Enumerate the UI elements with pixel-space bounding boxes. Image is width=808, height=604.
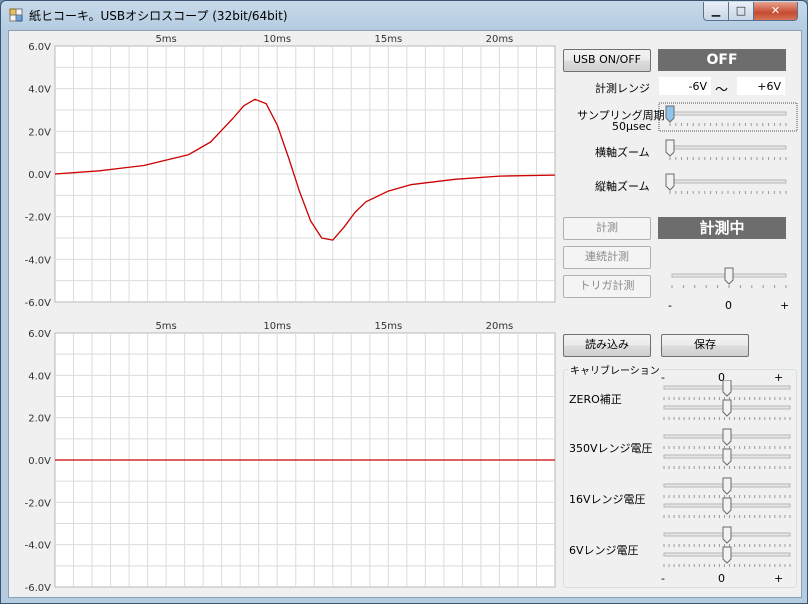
vzoom-label: 縦軸ズーム — [595, 180, 650, 193]
x-tick-label: 5ms — [155, 34, 176, 45]
y-tick-label: 4.0V — [28, 371, 51, 382]
calibration-title: キャリブレーション — [568, 362, 662, 377]
slider-thumb — [665, 105, 675, 123]
slider-thumb — [722, 526, 732, 544]
slider-thumb — [665, 173, 675, 191]
trigger-minus-label: - — [668, 299, 672, 312]
calibration-sliders[interactable] — [654, 380, 794, 575]
minimize-button[interactable]: ▁ — [703, 2, 729, 21]
slider-thumb — [722, 497, 732, 515]
y-tick-label: -6.0V — [25, 583, 52, 594]
load-button[interactable]: 読み込み — [563, 334, 651, 357]
x-tick-label: 10ms — [263, 321, 291, 332]
slider-thumb — [722, 399, 732, 417]
y-tick-label: -2.0V — [25, 213, 52, 224]
slider-thumb — [722, 477, 732, 495]
waveform-plot-top[interactable]: 6.0V 4.0V 2.0V 0.0V -2.0V -4.0V -6.0V 5ms 10ms 15… — [9, 31, 561, 321]
cal-6v-label: 6Vレンジ電圧 — [569, 544, 639, 557]
measure-status-display: 計測中 — [658, 217, 786, 239]
minimize-icon: ▁ — [711, 4, 721, 17]
x-tick-label: 15ms — [374, 321, 402, 332]
window-title: 紙ヒコーキ。USBオシロスコープ (32bit/64bit) — [29, 9, 288, 23]
x-tick-label: 15ms — [374, 34, 402, 45]
focus-rectangle — [658, 102, 798, 132]
title-bar[interactable]: 紙ヒコーキ。USBオシロスコープ (32bit/64bit) ▁ □ ✕ — [1, 1, 807, 29]
close-icon: ✕ — [770, 4, 781, 17]
y-tick-label: 0.0V — [28, 170, 51, 181]
usb-status-display: OFF — [658, 49, 786, 71]
range-min-field[interactable]: -6V — [658, 76, 712, 96]
slider-track — [669, 145, 787, 150]
y-tick-label: 6.0V — [28, 329, 51, 340]
slider-thumb — [722, 428, 732, 446]
vzoom-slider[interactable] — [658, 170, 798, 200]
trigger-measure-button[interactable]: トリガ計測 — [563, 275, 651, 298]
maximize-button[interactable]: □ — [728, 2, 754, 21]
cal-zero-label: ZERO補正 — [569, 393, 622, 406]
trigger-slider[interactable] — [658, 264, 798, 294]
app-icon — [9, 8, 23, 22]
slider-track — [669, 111, 787, 116]
save-button[interactable]: 保存 — [661, 334, 749, 357]
range-label: 計測レンジ — [595, 82, 650, 95]
waveform-plot-bottom[interactable]: 6.0V 4.0V 2.0V 0.0V -2.0V -4.0V -6.0V 5ms 10ms 15… — [9, 321, 561, 596]
range-separator: ～ — [715, 83, 729, 98]
slider-track — [669, 179, 787, 184]
y-tick-label: -4.0V — [25, 541, 52, 552]
cal-minus-bottom: - — [661, 572, 665, 585]
range-max-field[interactable]: +6V — [736, 76, 786, 96]
client-area: 6.0V 4.0V 2.0V 0.0V -2.0V -4.0V -6.0V 5ms 10ms 15… — [8, 30, 802, 598]
x-tick-label: 20ms — [486, 321, 514, 332]
x-tick-label: 10ms — [263, 34, 291, 45]
y-tick-label: 0.0V — [28, 456, 51, 467]
y-tick-label: 2.0V — [28, 414, 51, 425]
y-tick-label: 4.0V — [28, 85, 51, 96]
slider-thumb — [722, 448, 732, 466]
hzoom-label: 横軸ズーム — [595, 146, 650, 159]
x-tick-label: 5ms — [155, 321, 176, 332]
slider-thumb — [724, 267, 734, 285]
app-window: 紙ヒコーキ。USBオシロスコープ (32bit/64bit) ▁ □ ✕ 6.0… — [0, 0, 808, 604]
measure-button[interactable]: 計測 — [563, 217, 651, 240]
x-tick-label: 20ms — [486, 34, 514, 45]
usb-onoff-button[interactable]: USB ON/OFF — [563, 49, 651, 72]
slider-thumb — [722, 380, 732, 397]
cal-350v-label: 350Vレンジ電圧 — [569, 442, 653, 455]
y-tick-label: 6.0V — [28, 42, 51, 53]
slider-thumb — [722, 546, 732, 564]
sampling-slider[interactable] — [658, 102, 798, 132]
trigger-plus-label: + — [780, 299, 790, 312]
y-tick-label: 2.0V — [28, 127, 51, 138]
cal-zero-bottom: 0 — [718, 572, 725, 585]
slider-thumb — [665, 139, 675, 157]
sampling-value-label: 50μsec — [612, 120, 652, 133]
cal-16v-label: 16Vレンジ電圧 — [569, 493, 646, 506]
y-tick-label: -2.0V — [25, 498, 52, 509]
y-tick-label: -4.0V — [25, 255, 52, 266]
continuous-measure-button[interactable]: 連続計測 — [563, 246, 651, 269]
y-tick-label: -6.0V — [25, 298, 52, 309]
cal-plus-bottom: + — [774, 572, 784, 585]
hzoom-slider[interactable] — [658, 136, 798, 166]
maximize-icon: □ — [735, 4, 747, 17]
close-button[interactable]: ✕ — [753, 2, 798, 21]
trigger-zero-label: 0 — [725, 299, 732, 312]
